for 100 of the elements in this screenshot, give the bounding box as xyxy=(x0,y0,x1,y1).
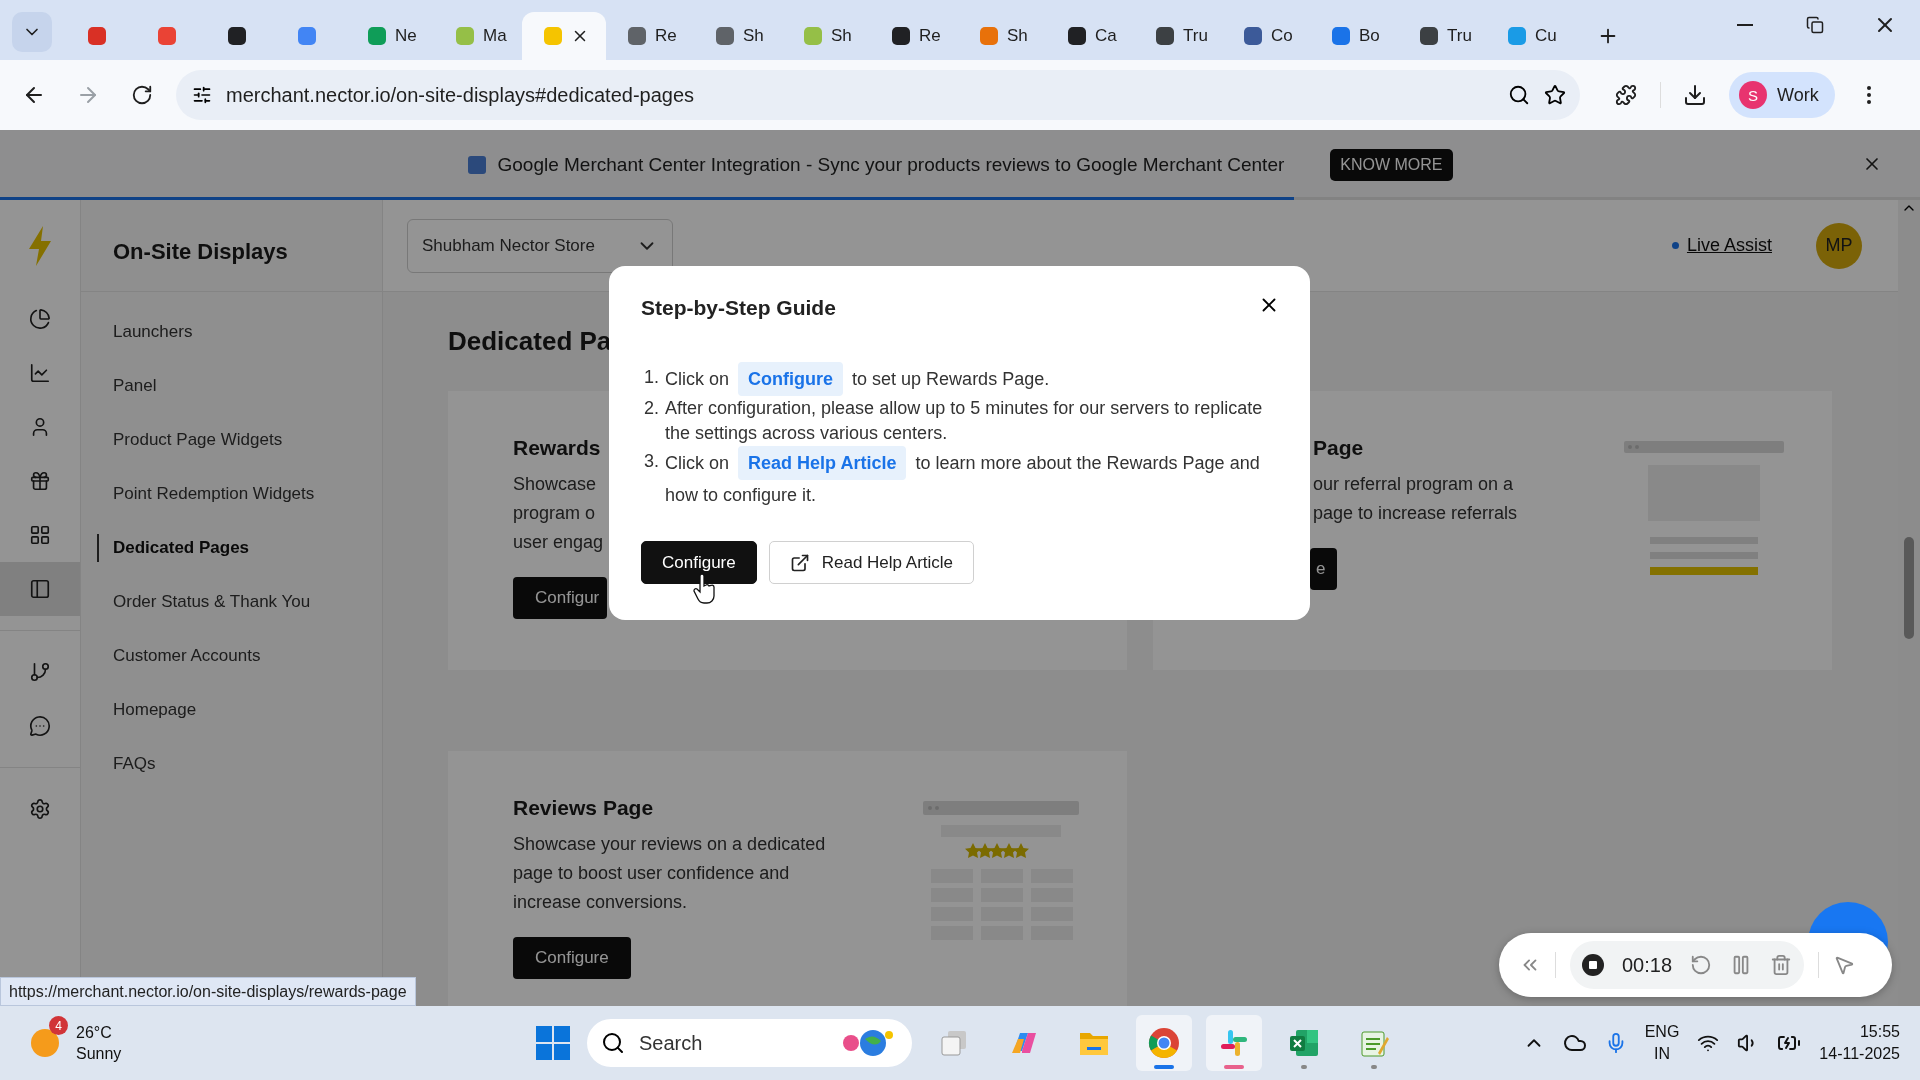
sidebar-item[interactable]: Point Redemption Widgets xyxy=(81,467,382,521)
restart-icon[interactable] xyxy=(1690,954,1713,976)
stop-icon[interactable] xyxy=(1582,954,1604,976)
browser-tab[interactable]: Re xyxy=(870,12,958,60)
bookmark-star-icon[interactable] xyxy=(1544,84,1566,106)
temperature: 26°C xyxy=(76,1023,113,1043)
reload-icon xyxy=(131,84,153,106)
browser-tab[interactable]: Tru xyxy=(1398,12,1486,60)
pie-chart-icon xyxy=(29,308,51,330)
gift-icon xyxy=(29,470,51,492)
minimize-icon xyxy=(1737,24,1753,26)
sidebar-item[interactable]: Customer Accounts xyxy=(81,629,382,683)
configure-button[interactable]: Configure xyxy=(641,541,757,584)
configure-button[interactable]: Configur xyxy=(513,577,608,619)
download-icon xyxy=(1683,83,1707,107)
language-indicator[interactable]: ENG IN xyxy=(1644,1021,1680,1065)
card-description: Showcase your reviews on a dedicated page to boost user confidence and increase conversions. xyxy=(513,833,827,914)
sidebar-item[interactable]: Launchers xyxy=(81,305,382,359)
link-preview: https://merchant.nector.io/on-site-displays/rewards-page xyxy=(0,977,416,1006)
step-number: 1. xyxy=(643,366,659,389)
browser-tab[interactable]: Sh xyxy=(958,12,1046,60)
circle-logo-icon xyxy=(1148,1027,1180,1059)
card-title: Reviews Page xyxy=(513,796,654,820)
scrollbar-thumb[interactable] xyxy=(1904,537,1914,639)
weather-condition: Sunny xyxy=(76,1044,122,1064)
card-title: Page xyxy=(1313,436,1364,460)
rail-item[interactable] xyxy=(0,562,80,616)
branch-icon xyxy=(29,661,51,683)
card-text: user engag xyxy=(513,531,604,554)
configure-button[interactable]: e xyxy=(1310,548,1338,590)
browser-tab[interactable]: Ne xyxy=(346,12,434,60)
step-number: 2. xyxy=(643,397,659,420)
banner-text: Google Merchant Center Integration - Sync your products reviews to Google Merchant Center xyxy=(497,154,1285,176)
sidebar-item[interactable]: FAQs xyxy=(81,737,382,791)
sidebar-item[interactable]: Homepage xyxy=(81,683,382,737)
status-dot xyxy=(1671,242,1679,249)
spreadsheet-icon xyxy=(1288,1027,1320,1059)
sidebar-title: On-Site Displays xyxy=(113,238,288,265)
step-text: After configuration, please allow up to 5 minutes for our servers to replicate the settings across various centers. xyxy=(665,397,1264,445)
step-text: Click on Configure to set up Rewards Page. xyxy=(665,362,1277,396)
notification-badge: 4 xyxy=(49,1016,68,1035)
live-assist-link[interactable]: Live Assist xyxy=(1671,235,1772,256)
address-bar[interactable]: merchant.nector.io/on-site-displays#dedicated-pages xyxy=(176,70,1580,120)
line-chart-icon xyxy=(29,362,51,384)
card-text: page to increase referrals xyxy=(1313,502,1518,525)
step-number: 3. xyxy=(643,450,659,473)
lightning-logo xyxy=(27,226,53,266)
card-text: our referral program on a xyxy=(1313,473,1514,496)
browser-tab[interactable]: Ma xyxy=(434,12,522,60)
know-more-button[interactable]: KNOW MORE xyxy=(1330,149,1453,181)
browser-tab[interactable]: Sh xyxy=(782,12,870,60)
pointer-icon[interactable] xyxy=(1833,954,1856,976)
step-text: Click on Read Help Article to learn more about the Rewards Page and how to configure it. xyxy=(665,446,1277,511)
sidebar-item[interactable]: Product Page Widgets xyxy=(81,413,382,467)
chat-icon xyxy=(29,715,51,737)
profile-avatar: S xyxy=(1739,81,1767,109)
search-icon xyxy=(601,1031,625,1055)
card-text: Showcase xyxy=(513,473,597,496)
scrollbar[interactable] xyxy=(1898,200,1920,1006)
restore-icon xyxy=(1806,16,1824,34)
highlight-chip[interactable]: Configure xyxy=(738,362,844,396)
browser-tab[interactable]: Cu xyxy=(1486,12,1574,60)
taskbar-app[interactable] xyxy=(1206,1015,1262,1071)
browser-tab[interactable]: Co xyxy=(1222,12,1310,60)
configure-button[interactable]: Configure xyxy=(513,937,631,979)
browser-tab[interactable]: Ca xyxy=(1046,12,1134,60)
grid-icon xyxy=(29,524,51,546)
url-text: merchant.nector.io/on-site-displays#dedicated-pages xyxy=(226,83,696,107)
clock[interactable]: 15:55 14-11-2025 xyxy=(1819,1021,1900,1065)
site-settings-icon[interactable] xyxy=(192,85,212,105)
browser-tab[interactable]: Tru xyxy=(1134,12,1222,60)
layout-icon xyxy=(29,578,51,600)
card-text: program o xyxy=(513,502,596,525)
sidebar-item[interactable]: Dedicated Pages xyxy=(81,521,382,575)
sidebar-item[interactable]: Order Status & Thank You xyxy=(81,575,382,629)
dialog-title: Step-by-Step Guide xyxy=(641,296,836,320)
read-help-button[interactable]: Read Help Article xyxy=(768,541,975,584)
menu-icon xyxy=(1866,86,1871,104)
section-heading: Dedicated Pa xyxy=(448,326,613,357)
browser-tab[interactable]: Bo xyxy=(1310,12,1398,60)
card-title: Rewards xyxy=(513,436,601,460)
hash-logo-icon xyxy=(1218,1027,1250,1059)
sidebar-item[interactable]: Panel xyxy=(81,359,382,413)
external-link-icon xyxy=(789,552,810,573)
weather-widget[interactable]: 4 26°C Sunny xyxy=(28,1010,533,1076)
puzzle-icon xyxy=(1615,84,1637,106)
new-badge-icon xyxy=(467,156,486,174)
search-input[interactable]: Search xyxy=(637,1030,827,1056)
trash-icon[interactable] xyxy=(1770,954,1793,976)
profile-label: Work xyxy=(1777,84,1819,106)
browser-tab[interactable]: Re xyxy=(606,12,694,60)
search-bar[interactable]: Search xyxy=(587,1019,912,1067)
highlight-chip[interactable]: Read Help Article xyxy=(738,446,907,480)
profile-button[interactable]: S Work xyxy=(1729,72,1835,118)
start-icon[interactable] xyxy=(533,1023,573,1063)
browser-tab[interactable]: Sh xyxy=(694,12,782,60)
recording-time: 00:18 xyxy=(1622,953,1673,977)
settings-icon xyxy=(29,798,51,820)
magnifier-icon[interactable] xyxy=(1508,84,1530,106)
taskbar-app[interactable] xyxy=(1136,1015,1192,1071)
